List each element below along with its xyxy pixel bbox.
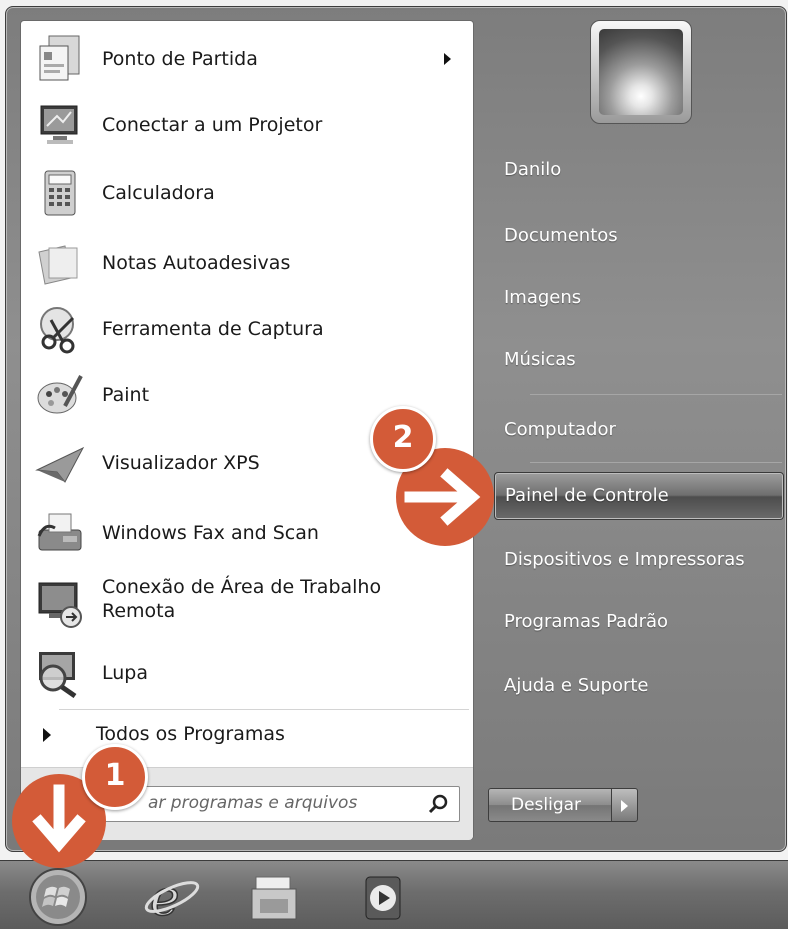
right-item-music[interactable]: Músicas (494, 340, 784, 382)
right-item-label: Painel de Controle (505, 485, 669, 506)
search-placeholder: ar programas e arquivos (148, 793, 358, 813)
callout-badge-1: 1 (82, 744, 148, 810)
all-programs-button[interactable]: Todos os Programas (21, 715, 475, 755)
taskbar: e (0, 860, 788, 929)
callout-badge-2: 2 (370, 406, 436, 472)
program-label: Calculadora (102, 182, 215, 204)
paint-icon (37, 375, 83, 414)
getting-started-icon (39, 35, 80, 81)
right-item-label: Imagens (504, 287, 582, 308)
separator (59, 709, 469, 710)
right-item-label: Músicas (504, 349, 576, 370)
right-item-help-support[interactable]: Ajuda e Suporte (494, 666, 784, 708)
program-item-calculator[interactable]: Calculadora (29, 165, 467, 221)
program-label: Ferramenta de Captura (102, 318, 324, 340)
search-icon[interactable] (427, 793, 449, 815)
right-item-label: Dispositivos e Impressoras (504, 549, 745, 570)
program-label: Windows Fax and Scan (102, 522, 319, 544)
program-label: Notas Autoadesivas (102, 252, 291, 274)
right-item-pictures[interactable]: Imagens (494, 278, 784, 320)
program-item-snipping-tool[interactable]: Ferramenta de Captura (29, 301, 467, 357)
shutdown-options-button[interactable] (612, 788, 638, 822)
right-item-user[interactable]: Danilo (494, 150, 784, 192)
chevron-right-icon (621, 800, 628, 812)
file-explorer-icon[interactable] (244, 869, 304, 925)
program-label-line2: Remota (102, 600, 176, 622)
shutdown-button[interactable]: Desligar (488, 788, 612, 822)
xps-viewer-icon (35, 446, 85, 483)
right-item-label: Documentos (504, 225, 618, 246)
right-item-computer[interactable]: Computador (494, 410, 784, 452)
shutdown-group: Desligar (488, 788, 648, 822)
separator (530, 394, 782, 395)
right-item-label: Programas Padrão (504, 611, 669, 632)
right-item-default-programs[interactable]: Programas Padrão (494, 602, 784, 644)
program-label: Lupa (102, 662, 148, 684)
program-label: Conectar a um Projetor (102, 114, 323, 136)
snipping-tool-icon (40, 307, 75, 354)
right-item-label: Ajuda e Suporte (504, 675, 649, 696)
right-item-control-panel[interactable]: Painel de Controle (494, 472, 784, 520)
program-item-magnifier[interactable]: Lupa (29, 645, 467, 701)
media-player-icon[interactable] (356, 869, 416, 925)
start-orb-icon[interactable] (26, 865, 90, 929)
program-item-remote-desktop[interactable]: Conexão de Área de Trabalho Remota (29, 573, 467, 635)
right-item-documents[interactable]: Documentos (494, 216, 784, 258)
flower-image (599, 29, 683, 115)
shutdown-label: Desligar (511, 795, 582, 815)
program-item-sticky-notes[interactable]: Notas Autoadesivas (29, 235, 467, 291)
program-label: Paint (102, 384, 150, 406)
magnifier-icon (39, 652, 77, 698)
program-label: Ponto de Partida (102, 48, 258, 70)
separator (530, 462, 782, 463)
projector-icon (40, 105, 78, 144)
internet-explorer-icon[interactable]: e (142, 869, 202, 925)
right-item-label: Computador (504, 419, 616, 440)
remote-desktop-icon (38, 582, 82, 628)
right-item-label: Danilo (504, 159, 562, 180)
user-picture[interactable] (590, 20, 692, 124)
sticky-notes-icon (38, 245, 78, 285)
fax-scan-icon (37, 513, 82, 551)
submenu-arrow-icon[interactable] (444, 53, 451, 65)
program-label-line1: Conexão de Área de Trabalho (102, 576, 382, 598)
calculator-icon (44, 170, 76, 216)
program-item-getting-started[interactable]: Ponto de Partida (29, 31, 467, 87)
all-programs-label: Todos os Programas (96, 723, 285, 745)
program-item-projector[interactable]: Conectar a um Projetor (29, 97, 467, 153)
right-item-devices-printers[interactable]: Dispositivos e Impressoras (494, 540, 784, 582)
program-label: Visualizador XPS (102, 452, 260, 474)
expand-arrow-icon (43, 728, 51, 742)
